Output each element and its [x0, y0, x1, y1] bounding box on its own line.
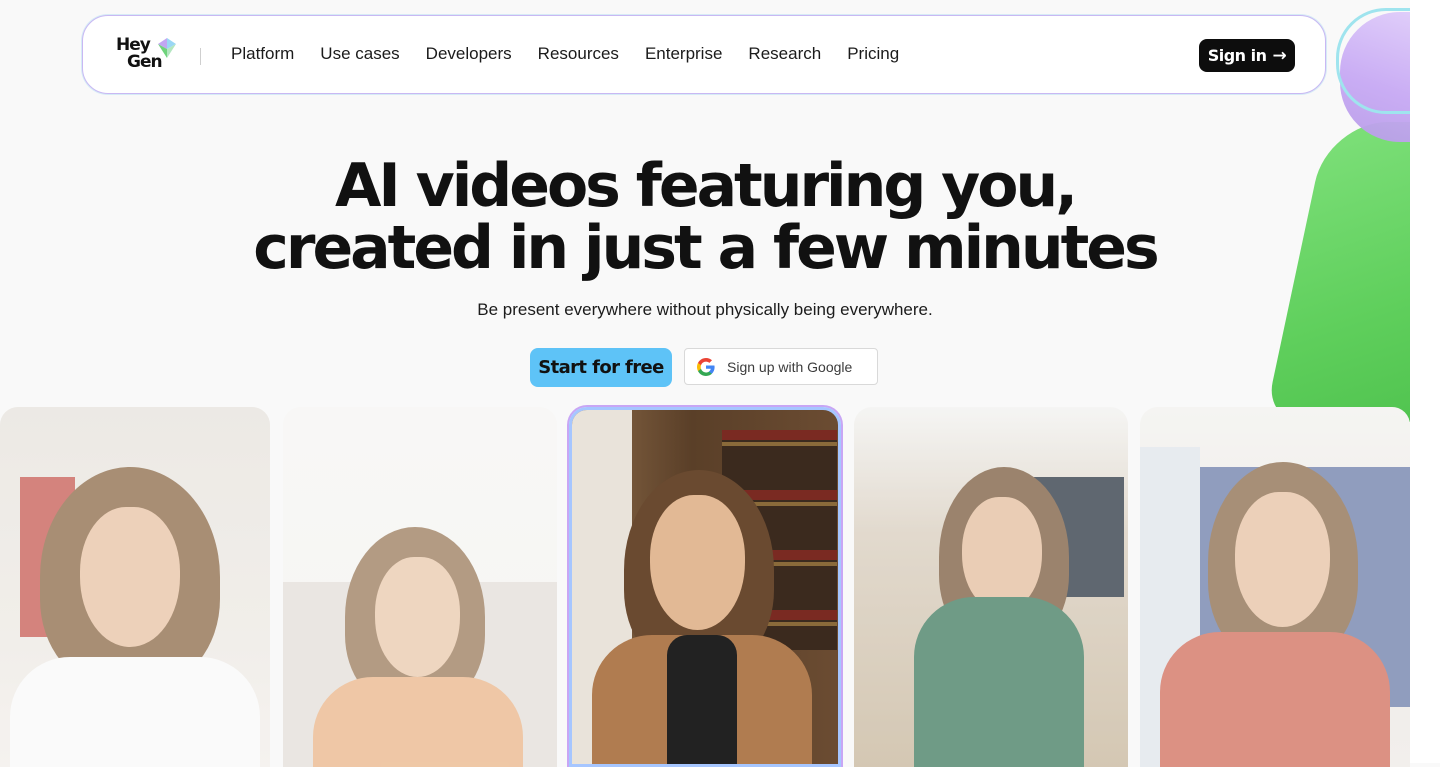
avatar-video-card-4[interactable]: [854, 407, 1128, 767]
top-navigation: Hey Gen Platform Use cases Developers Re…: [82, 15, 1326, 94]
heygen-gem-icon: [158, 38, 176, 58]
avatar-hair: [1208, 462, 1358, 662]
blue-wall: [1200, 467, 1410, 707]
avatar-shirt: [1160, 632, 1390, 767]
avatar-video-card-2[interactable]: [283, 407, 557, 767]
hero-title-line-1: AI videos featuring you,: [334, 151, 1078, 221]
nav-item-resources[interactable]: Resources: [538, 44, 619, 64]
avatar-face: [375, 557, 460, 677]
nav-item-pricing[interactable]: Pricing: [847, 44, 899, 64]
window-light: [1140, 447, 1200, 767]
background-wall: [283, 582, 557, 767]
avatar-face: [1235, 492, 1330, 627]
avatar-video-card-1[interactable]: [0, 407, 270, 767]
page-right-edge: [1410, 0, 1440, 763]
avatar-face: [962, 497, 1042, 612]
cta-row: Start for free Sign up with Google: [530, 348, 878, 387]
nav-divider: [200, 48, 201, 65]
avatar-video-card-5[interactable]: [1140, 407, 1410, 767]
nav-item-developers[interactable]: Developers: [426, 44, 512, 64]
wall-art: [20, 477, 75, 637]
avatar-hair: [345, 527, 485, 707]
hero-subtitle: Be present everywhere without physically…: [477, 300, 933, 319]
sign-in-label: Sign in: [1207, 46, 1267, 65]
sign-up-with-google-label: Sign up with Google: [727, 358, 853, 375]
avatar-hair: [939, 467, 1069, 647]
nav-item-platform[interactable]: Platform: [231, 44, 294, 64]
avatar-turtleneck: [667, 635, 737, 764]
start-for-free-label: Start for free: [538, 357, 664, 378]
sign-in-button[interactable]: Sign in →: [1199, 39, 1295, 72]
start-for-free-button[interactable]: Start for free: [530, 348, 672, 387]
sign-up-with-google-button[interactable]: Sign up with Google: [684, 348, 878, 385]
arrow-right-icon: →: [1272, 45, 1287, 66]
hero-title-line-2: created in just a few minutes: [253, 213, 1159, 283]
avatar-face: [650, 495, 745, 630]
avatar-coat: [914, 597, 1084, 767]
avatar-shirt: [313, 677, 523, 767]
nav-item-use-cases[interactable]: Use cases: [320, 44, 399, 64]
nav-item-enterprise[interactable]: Enterprise: [645, 44, 722, 64]
wall-screen: [1034, 477, 1124, 597]
avatar-hair: [40, 467, 220, 687]
avatar-shirt: [10, 657, 260, 767]
heygen-logo[interactable]: Hey Gen: [115, 36, 177, 76]
nav-menu: Platform Use cases Developers Resources …: [231, 44, 925, 64]
nav-item-research[interactable]: Research: [748, 44, 821, 64]
avatar-face: [80, 507, 180, 647]
avatar-video-card-3-selected[interactable]: [569, 407, 841, 767]
google-g-icon: [697, 357, 715, 376]
hero-title: AI videos featuring you, created in just…: [0, 155, 1410, 279]
